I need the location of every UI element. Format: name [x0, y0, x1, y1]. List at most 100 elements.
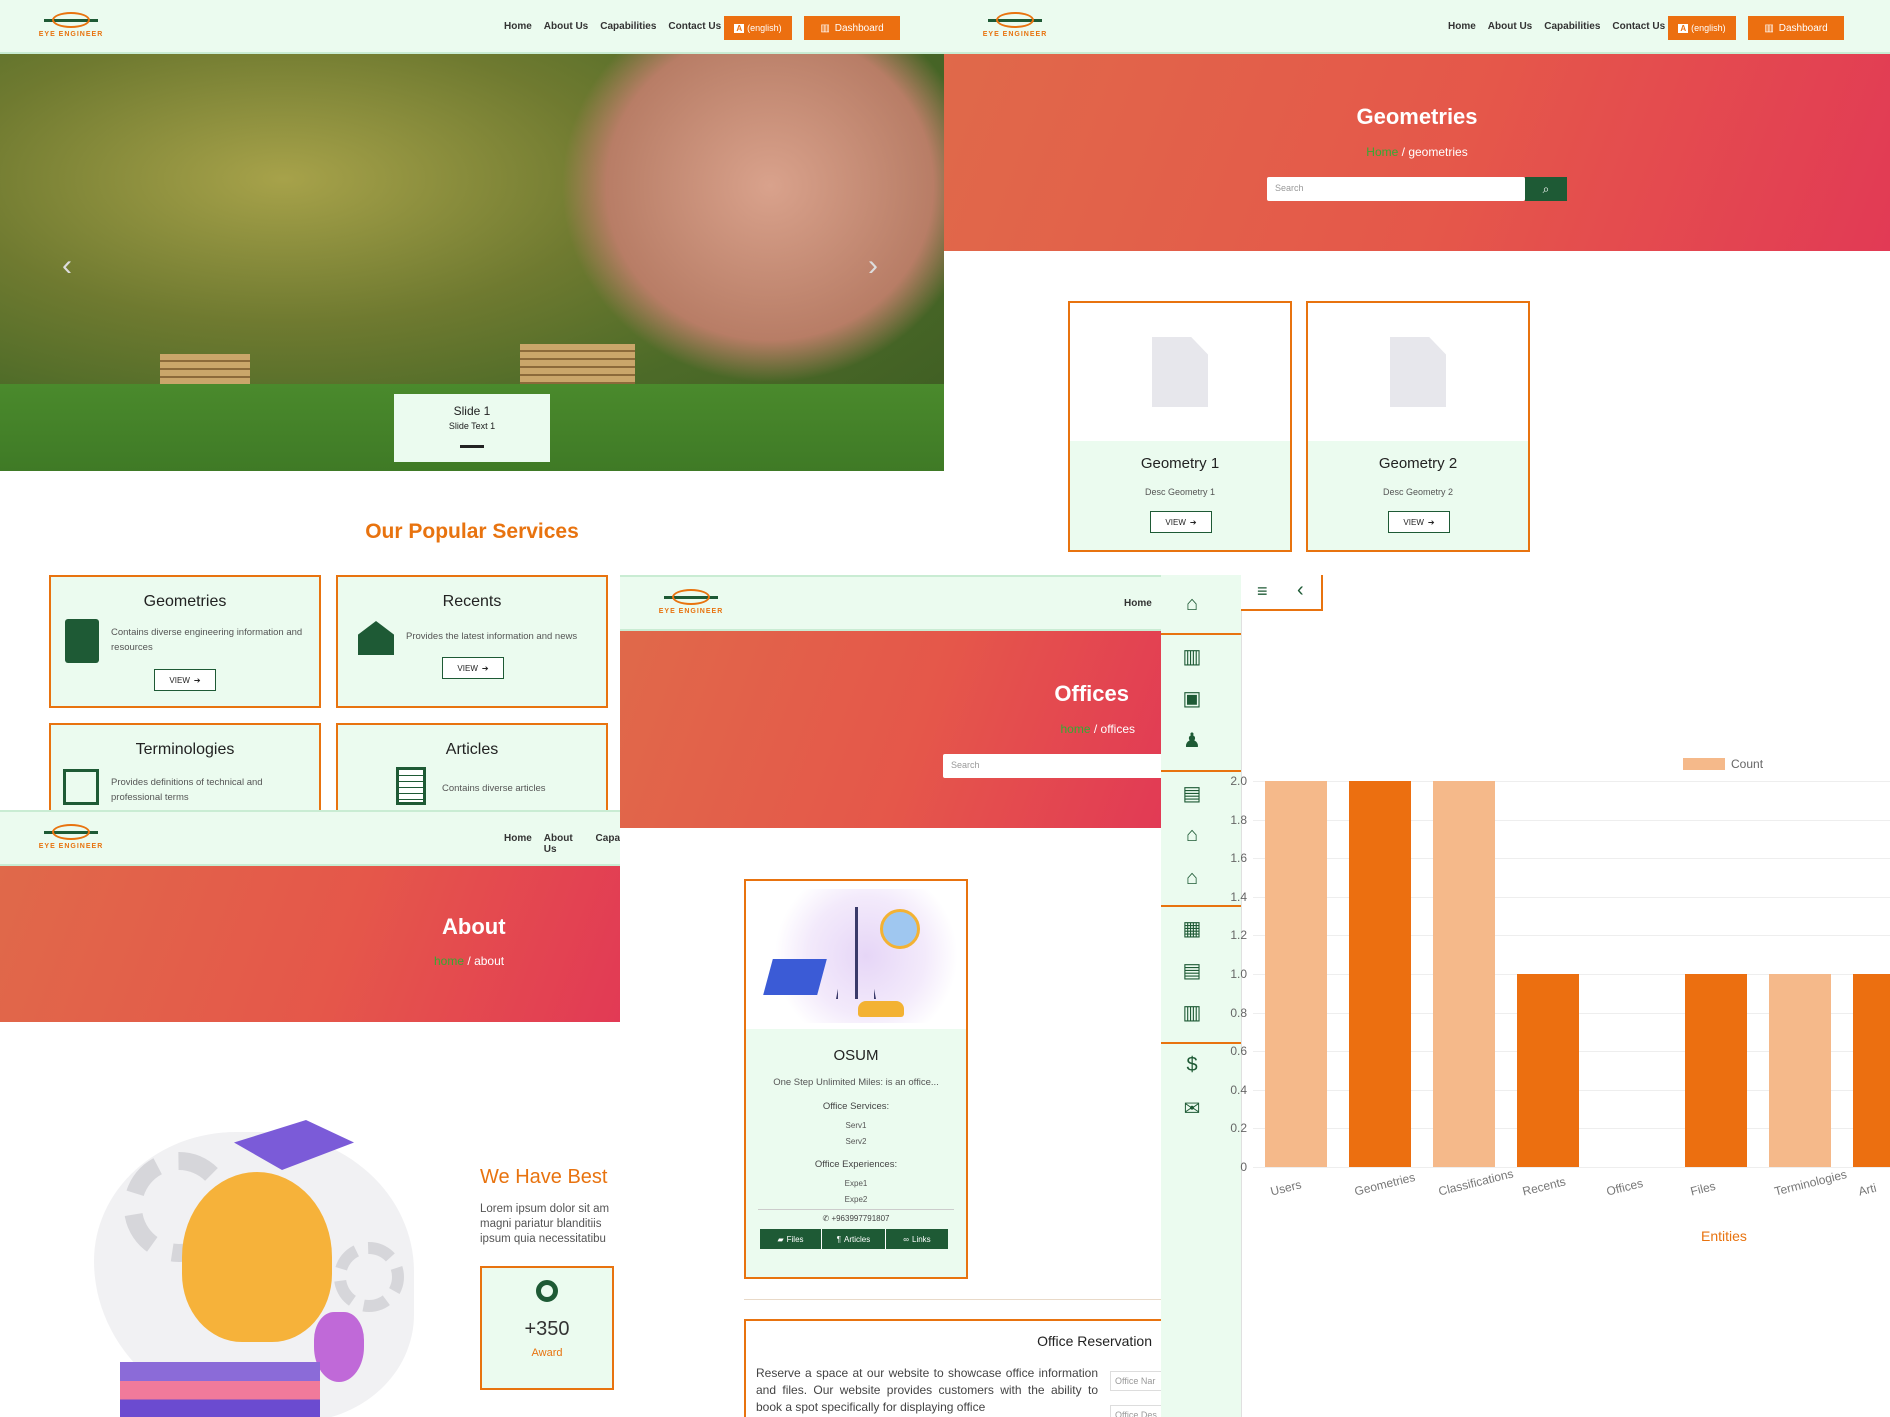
view-label: VIEW: [1165, 517, 1186, 527]
recycle-icon: [880, 909, 920, 949]
dashboard-label: Dashboard: [1778, 22, 1828, 34]
translate-icon: A: [1678, 23, 1689, 33]
geometry-card[interactable]: Geometry 1 Desc Geometry 1 VIEW ➔: [1068, 301, 1292, 552]
search-input[interactable]: Search: [1267, 177, 1525, 201]
y-tick-label: 1.2: [1230, 928, 1247, 943]
breadcrumb-sep: /: [467, 954, 471, 968]
breadcrumb-home[interactable]: home: [434, 954, 464, 968]
x-tick-label: Offices: [1605, 1176, 1645, 1199]
nav-about-link[interactable]: About Us: [1488, 21, 1532, 32]
breadcrumb-home[interactable]: Home: [1366, 145, 1398, 159]
phone-number: +963997791807: [831, 1214, 890, 1223]
nav-about-link[interactable]: About Us: [544, 833, 584, 855]
reservation-text: Reserve a space at our website to showca…: [756, 1366, 1098, 1414]
service-title: Articles: [445, 741, 499, 758]
page-hero: Offices home / offices Search: [620, 631, 1161, 828]
office-illustration: [754, 889, 958, 1023]
about-page-panel: EYE ENGINEER Home About Us Capa About ho…: [0, 810, 620, 1417]
main-menu: Home About Us Capabilities Contact Us: [1448, 21, 1665, 32]
site-logo[interactable]: EYE ENGINEER: [36, 12, 106, 44]
office-name-field[interactable]: Office Nar: [1110, 1371, 1161, 1391]
award-stat-card: +350 Award: [480, 1266, 614, 1390]
reservation-title: Office Reservation: [1037, 1333, 1152, 1349]
view-button[interactable]: VIEW ➔: [442, 657, 504, 679]
card-desc: Desc Geometry 1: [1144, 487, 1216, 497]
slide-text: Slide Text 1: [448, 421, 496, 431]
y-tick-label: 2.0: [1230, 774, 1247, 788]
page-title: About: [442, 914, 506, 939]
bar-chart: 2.0 1.8 1.6 1.4 1.2 1.0 0.8 0.6 0.4 0.2 0 Users Geom…: [1161, 575, 1890, 1417]
arrow-right-icon: ➔: [193, 675, 201, 685]
chart-bar[interactable]: [1769, 974, 1831, 1167]
site-logo[interactable]: EYE ENGINEER: [36, 824, 106, 856]
experiences-label: Office Experiences:: [814, 1159, 898, 1170]
arrow-right-icon: ➔: [481, 663, 489, 673]
nav-home-link[interactable]: Home: [504, 21, 532, 32]
service-desc: Contains diverse articles: [442, 783, 546, 794]
search-input[interactable]: Search: [943, 754, 1161, 778]
top-navbar: EYE ENGINEER Home About Us Capabilities …: [0, 0, 944, 54]
next-slide-arrow[interactable]: ›: [868, 249, 878, 283]
breadcrumb-sep: /: [1401, 145, 1405, 159]
files-button[interactable]: ▰ Files: [760, 1229, 822, 1249]
card-title: Geometry 2: [1378, 455, 1458, 472]
slide-indicator[interactable]: [460, 445, 484, 448]
search-button[interactable]: ⌕: [1525, 177, 1567, 201]
service-item: Serv2: [845, 1137, 867, 1146]
chart-bar[interactable]: [1853, 974, 1890, 1167]
nav-capabilities-link[interactable]: Capabilities: [1544, 21, 1600, 32]
view-label: VIEW: [457, 663, 478, 673]
nav-about-link[interactable]: About Us: [544, 21, 588, 32]
dashboard-label: Dashboard: [834, 22, 884, 34]
view-label: VIEW: [1403, 517, 1424, 527]
office-desc-field[interactable]: Office Des: [1110, 1405, 1161, 1417]
service-card-articles[interactable]: Articles Contains diverse articles: [336, 723, 608, 820]
nav-contact-link[interactable]: Contact Us: [1612, 21, 1665, 32]
chart-icon: ▥: [1764, 22, 1774, 34]
service-card-geometries[interactable]: Geometries Contains diverse engineering …: [49, 575, 321, 708]
nav-capabilities-link[interactable]: Capabilities: [600, 21, 656, 32]
articles-button[interactable]: ¶ Articles: [822, 1229, 886, 1249]
office-card[interactable]: OSUM One Step Unlimited Miles: is an off…: [744, 879, 968, 1279]
service-card-recents[interactable]: Recents Provides the latest information …: [336, 575, 608, 708]
power-tower-icon: [836, 907, 876, 999]
chart-bar[interactable]: [1517, 974, 1579, 1167]
dashboard-button[interactable]: ▥ Dashboard: [804, 16, 900, 40]
breadcrumb-current: geometries: [1408, 145, 1468, 159]
main-menu: Home About Us Capa: [504, 833, 620, 855]
nav-home-link[interactable]: Home: [504, 833, 532, 855]
site-logo[interactable]: EYE ENGINEER: [656, 589, 726, 621]
geometries-page-panel: EYE ENGINEER Home About Us Capabilities …: [944, 0, 1890, 575]
links-button[interactable]: ∞ Links: [886, 1229, 948, 1249]
language-button[interactable]: A (english): [1668, 16, 1736, 40]
breadcrumb-home[interactable]: home: [1060, 722, 1090, 736]
geometry-card[interactable]: Geometry 2 Desc Geometry 2 VIEW ➔: [1306, 301, 1530, 552]
blueprint-icon: [63, 769, 99, 805]
service-card-terminologies[interactable]: Terminologies Provides definitions of te…: [49, 723, 321, 820]
nav-capabilities-link[interactable]: Capa: [596, 833, 620, 855]
prev-slide-arrow[interactable]: ‹: [62, 249, 72, 283]
services-heading: Our Popular Services: [365, 520, 579, 543]
x-tick-label: Arti: [1857, 1180, 1878, 1199]
site-logo[interactable]: EYE ENGINEER: [980, 12, 1050, 44]
page-hero: Geometries Home / geometries Search ⌕: [944, 54, 1890, 251]
language-button[interactable]: A (english): [724, 16, 792, 40]
view-button[interactable]: VIEW ➔: [1150, 511, 1212, 533]
office-desc: One Step Unlimited Miles: is an office..…: [773, 1077, 939, 1088]
view-button[interactable]: VIEW ➔: [154, 669, 216, 691]
reservation-card: Office Reservation Reserve a space at ou…: [744, 1319, 1161, 1417]
placeholder-image: [1070, 303, 1290, 441]
view-button[interactable]: VIEW ➔: [1388, 511, 1450, 533]
nav-contact-link[interactable]: Contact Us: [668, 21, 721, 32]
chart-bar[interactable]: [1349, 781, 1411, 1167]
arrow-right-icon: ➔: [1427, 517, 1435, 527]
view-label: VIEW: [169, 675, 190, 685]
chart-bar[interactable]: [1265, 781, 1327, 1167]
chart-bar[interactable]: [1433, 781, 1495, 1167]
y-tick-label: 0.2: [1230, 1121, 1247, 1136]
chart-bar[interactable]: [1685, 974, 1747, 1167]
nav-home-link[interactable]: Home: [1448, 21, 1476, 32]
card-desc: Desc Geometry 2: [1382, 487, 1454, 497]
nav-home-link[interactable]: Home: [1124, 598, 1152, 609]
dashboard-button[interactable]: ▥ Dashboard: [1748, 16, 1844, 40]
